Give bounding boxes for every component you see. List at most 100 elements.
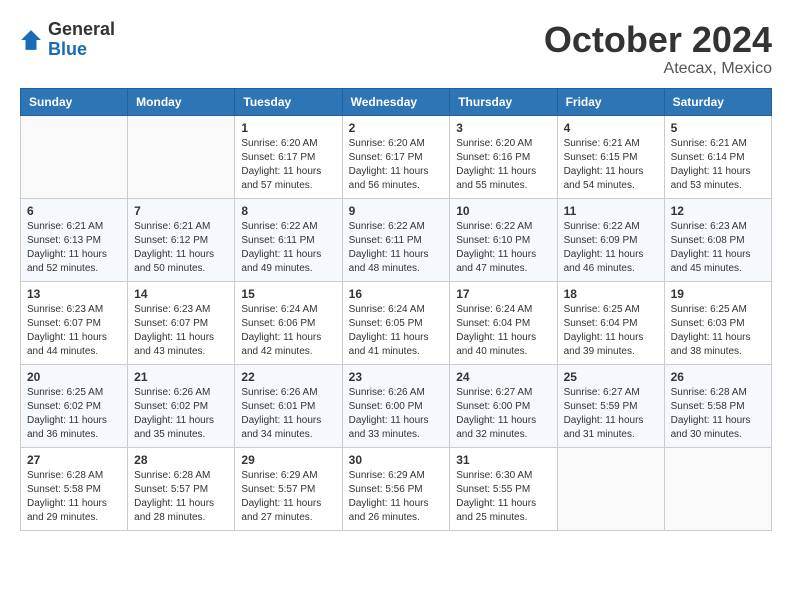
day-cell: 21 Sunrise: 6:26 AM Sunset: 6:02 PM Dayli… bbox=[128, 364, 235, 447]
day-number: 19 bbox=[671, 287, 765, 301]
day-cell: 7 Sunrise: 6:21 AM Sunset: 6:12 PM Daylig… bbox=[128, 198, 235, 281]
week-row-5: 27 Sunrise: 6:28 AM Sunset: 5:58 PM Dayli… bbox=[21, 447, 772, 530]
header-day-friday: Friday bbox=[557, 88, 664, 115]
day-number: 27 bbox=[27, 453, 121, 467]
logo-general: General bbox=[48, 20, 115, 40]
header-day-wednesday: Wednesday bbox=[342, 88, 450, 115]
day-info: Sunrise: 6:20 AM Sunset: 6:16 PM Dayligh… bbox=[456, 137, 550, 193]
day-number: 9 bbox=[349, 204, 444, 218]
day-cell: 25 Sunrise: 6:27 AM Sunset: 5:59 PM Dayli… bbox=[557, 364, 664, 447]
day-cell: 5 Sunrise: 6:21 AM Sunset: 6:14 PM Daylig… bbox=[664, 115, 771, 198]
logo-blue: Blue bbox=[48, 40, 115, 60]
day-info: Sunrise: 6:26 AM Sunset: 6:01 PM Dayligh… bbox=[241, 386, 335, 442]
day-cell: 18 Sunrise: 6:25 AM Sunset: 6:04 PM Dayli… bbox=[557, 281, 664, 364]
day-number: 30 bbox=[349, 453, 444, 467]
day-info: Sunrise: 6:27 AM Sunset: 6:00 PM Dayligh… bbox=[456, 386, 550, 442]
day-number: 22 bbox=[241, 370, 335, 384]
day-number: 11 bbox=[564, 204, 658, 218]
day-info: Sunrise: 6:25 AM Sunset: 6:03 PM Dayligh… bbox=[671, 303, 765, 359]
page-header: General Blue October 2024 Atecax, Mexico bbox=[20, 20, 772, 78]
day-cell: 8 Sunrise: 6:22 AM Sunset: 6:11 PM Daylig… bbox=[235, 198, 342, 281]
day-number: 20 bbox=[27, 370, 121, 384]
day-number: 2 bbox=[349, 121, 444, 135]
day-info: Sunrise: 6:28 AM Sunset: 5:58 PM Dayligh… bbox=[27, 469, 121, 525]
day-info: Sunrise: 6:24 AM Sunset: 6:05 PM Dayligh… bbox=[349, 303, 444, 359]
day-info: Sunrise: 6:20 AM Sunset: 6:17 PM Dayligh… bbox=[241, 137, 335, 193]
month-title: October 2024 bbox=[544, 20, 772, 60]
day-number: 12 bbox=[671, 204, 765, 218]
day-number: 16 bbox=[349, 287, 444, 301]
day-cell: 15 Sunrise: 6:24 AM Sunset: 6:06 PM Dayli… bbox=[235, 281, 342, 364]
day-info: Sunrise: 6:26 AM Sunset: 6:00 PM Dayligh… bbox=[349, 386, 444, 442]
logo-text: General Blue bbox=[48, 20, 115, 60]
title-block: October 2024 Atecax, Mexico bbox=[544, 20, 772, 78]
day-cell: 1Sunrise: 6:20 AM Sunset: 6:17 PM Daylig… bbox=[235, 115, 342, 198]
header-day-sunday: Sunday bbox=[21, 88, 128, 115]
day-number: 25 bbox=[564, 370, 658, 384]
week-row-3: 13 Sunrise: 6:23 AM Sunset: 6:07 PM Dayli… bbox=[21, 281, 772, 364]
day-info: Sunrise: 6:26 AM Sunset: 6:02 PM Dayligh… bbox=[134, 386, 228, 442]
logo: General Blue bbox=[20, 20, 115, 60]
day-cell: 4 Sunrise: 6:21 AM Sunset: 6:15 PM Daylig… bbox=[557, 115, 664, 198]
calendar-table: SundayMondayTuesdayWednesdayThursdayFrid… bbox=[20, 88, 772, 531]
day-number: 8 bbox=[241, 204, 335, 218]
day-info: Sunrise: 6:27 AM Sunset: 5:59 PM Dayligh… bbox=[564, 386, 658, 442]
day-cell: 23Sunrise: 6:26 AM Sunset: 6:00 PM Dayli… bbox=[342, 364, 450, 447]
day-cell: 30 Sunrise: 6:29 AM Sunset: 5:56 PM Dayli… bbox=[342, 447, 450, 530]
day-cell: 19 Sunrise: 6:25 AM Sunset: 6:03 PM Dayli… bbox=[664, 281, 771, 364]
day-cell: 10Sunrise: 6:22 AM Sunset: 6:10 PM Dayli… bbox=[450, 198, 557, 281]
day-info: Sunrise: 6:20 AM Sunset: 6:17 PM Dayligh… bbox=[349, 137, 444, 193]
week-row-2: 6Sunrise: 6:21 AM Sunset: 6:13 PM Daylig… bbox=[21, 198, 772, 281]
day-number: 15 bbox=[241, 287, 335, 301]
day-info: Sunrise: 6:24 AM Sunset: 6:06 PM Dayligh… bbox=[241, 303, 335, 359]
day-number: 3 bbox=[456, 121, 550, 135]
day-cell bbox=[664, 447, 771, 530]
day-info: Sunrise: 6:24 AM Sunset: 6:04 PM Dayligh… bbox=[456, 303, 550, 359]
day-info: Sunrise: 6:25 AM Sunset: 6:02 PM Dayligh… bbox=[27, 386, 121, 442]
day-cell: 29Sunrise: 6:29 AM Sunset: 5:57 PM Dayli… bbox=[235, 447, 342, 530]
logo-icon bbox=[20, 29, 42, 51]
day-number: 24 bbox=[456, 370, 550, 384]
day-number: 5 bbox=[671, 121, 765, 135]
calendar-body: 1Sunrise: 6:20 AM Sunset: 6:17 PM Daylig… bbox=[21, 115, 772, 530]
day-cell: 31 Sunrise: 6:30 AM Sunset: 5:55 PM Dayli… bbox=[450, 447, 557, 530]
day-cell: 20 Sunrise: 6:25 AM Sunset: 6:02 PM Dayli… bbox=[21, 364, 128, 447]
day-number: 7 bbox=[134, 204, 228, 218]
day-number: 26 bbox=[671, 370, 765, 384]
day-info: Sunrise: 6:21 AM Sunset: 6:12 PM Dayligh… bbox=[134, 220, 228, 276]
day-info: Sunrise: 6:22 AM Sunset: 6:09 PM Dayligh… bbox=[564, 220, 658, 276]
week-row-4: 20 Sunrise: 6:25 AM Sunset: 6:02 PM Dayli… bbox=[21, 364, 772, 447]
day-number: 31 bbox=[456, 453, 550, 467]
day-info: Sunrise: 6:21 AM Sunset: 6:15 PM Dayligh… bbox=[564, 137, 658, 193]
day-number: 18 bbox=[564, 287, 658, 301]
day-info: Sunrise: 6:25 AM Sunset: 6:04 PM Dayligh… bbox=[564, 303, 658, 359]
day-number: 4 bbox=[564, 121, 658, 135]
day-info: Sunrise: 6:30 AM Sunset: 5:55 PM Dayligh… bbox=[456, 469, 550, 525]
day-cell bbox=[557, 447, 664, 530]
day-cell: 28 Sunrise: 6:28 AM Sunset: 5:57 PM Dayli… bbox=[128, 447, 235, 530]
day-cell: 26Sunrise: 6:28 AM Sunset: 5:58 PM Dayli… bbox=[664, 364, 771, 447]
day-cell: 9 Sunrise: 6:22 AM Sunset: 6:11 PM Daylig… bbox=[342, 198, 450, 281]
day-info: Sunrise: 6:28 AM Sunset: 5:57 PM Dayligh… bbox=[134, 469, 228, 525]
day-cell: 27 Sunrise: 6:28 AM Sunset: 5:58 PM Dayli… bbox=[21, 447, 128, 530]
day-info: Sunrise: 6:21 AM Sunset: 6:14 PM Dayligh… bbox=[671, 137, 765, 193]
day-number: 13 bbox=[27, 287, 121, 301]
day-cell: 17 Sunrise: 6:24 AM Sunset: 6:04 PM Dayli… bbox=[450, 281, 557, 364]
day-number: 28 bbox=[134, 453, 228, 467]
day-info: Sunrise: 6:29 AM Sunset: 5:56 PM Dayligh… bbox=[349, 469, 444, 525]
day-cell: 16 Sunrise: 6:24 AM Sunset: 6:05 PM Dayli… bbox=[342, 281, 450, 364]
day-info: Sunrise: 6:29 AM Sunset: 5:57 PM Dayligh… bbox=[241, 469, 335, 525]
header-day-thursday: Thursday bbox=[450, 88, 557, 115]
header-day-saturday: Saturday bbox=[664, 88, 771, 115]
day-number: 17 bbox=[456, 287, 550, 301]
day-cell: 3 Sunrise: 6:20 AM Sunset: 6:16 PM Daylig… bbox=[450, 115, 557, 198]
header-day-monday: Monday bbox=[128, 88, 235, 115]
day-info: Sunrise: 6:23 AM Sunset: 6:07 PM Dayligh… bbox=[27, 303, 121, 359]
day-cell bbox=[21, 115, 128, 198]
day-cell: 2 Sunrise: 6:20 AM Sunset: 6:17 PM Daylig… bbox=[342, 115, 450, 198]
day-info: Sunrise: 6:22 AM Sunset: 6:11 PM Dayligh… bbox=[349, 220, 444, 276]
day-info: Sunrise: 6:23 AM Sunset: 6:08 PM Dayligh… bbox=[671, 220, 765, 276]
day-number: 14 bbox=[134, 287, 228, 301]
day-number: 21 bbox=[134, 370, 228, 384]
day-info: Sunrise: 6:22 AM Sunset: 6:11 PM Dayligh… bbox=[241, 220, 335, 276]
